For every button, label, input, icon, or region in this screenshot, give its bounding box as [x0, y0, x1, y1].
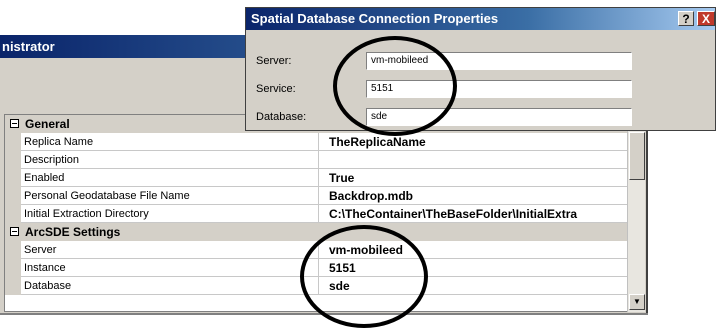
property-value[interactable]: True	[319, 169, 627, 187]
close-button[interactable]: X	[697, 11, 715, 26]
property-row-pgdb-file-name[interactable]: Personal Geodatabase File Name Backdrop.…	[5, 187, 627, 205]
property-value[interactable]: 5151	[319, 259, 627, 277]
collapse-minus-icon[interactable]	[10, 119, 19, 128]
server-label: Server:	[256, 55, 292, 67]
service-label: Service:	[256, 83, 296, 95]
property-name: Database	[21, 277, 319, 295]
property-value[interactable]: vm-mobileed	[319, 241, 627, 259]
help-button[interactable]: ?	[678, 11, 694, 26]
property-name: Enabled	[21, 169, 319, 187]
property-name: Server	[21, 241, 319, 259]
service-input[interactable]: 5151	[366, 80, 632, 98]
property-name: Description	[21, 151, 319, 169]
property-row-initial-extraction-directory[interactable]: Initial Extraction Directory C:\TheConta…	[5, 205, 627, 223]
property-value[interactable]: C:\TheContainer\TheBaseFolder\InitialExt…	[319, 205, 627, 223]
property-row-description[interactable]: Description	[5, 151, 627, 169]
admin-window-frame-bottom	[0, 313, 648, 315]
spatial-db-connection-dialog: Spatial Database Connection Properties ?…	[245, 7, 716, 131]
property-row-server[interactable]: Server vm-mobileed	[5, 241, 627, 259]
property-name: Replica Name	[21, 133, 319, 151]
property-value[interactable]: Backdrop.mdb	[319, 187, 627, 205]
property-name: Instance	[21, 259, 319, 277]
database-input[interactable]: sde	[366, 108, 632, 126]
property-row-enabled[interactable]: Enabled True	[5, 169, 627, 187]
server-input[interactable]: vm-mobileed	[366, 52, 632, 70]
vertical-scrollbar[interactable]: ▼	[627, 114, 645, 312]
property-grid: General Replica Name TheReplicaName Desc…	[4, 114, 628, 312]
property-value[interactable]	[319, 151, 627, 169]
property-value[interactable]: TheReplicaName	[319, 133, 627, 151]
category-label: ArcSDE Settings	[25, 225, 121, 239]
property-row-replica-name[interactable]: Replica Name TheReplicaName	[5, 133, 627, 151]
scroll-down-arrow-icon[interactable]: ▼	[629, 294, 645, 310]
collapse-minus-icon[interactable]	[10, 227, 19, 236]
property-name: Initial Extraction Directory	[21, 205, 319, 223]
category-label: General	[25, 117, 70, 131]
scrollbar-thumb[interactable]	[629, 132, 645, 180]
property-row-database[interactable]: Database sde	[5, 277, 627, 295]
property-row-instance[interactable]: Instance 5151	[5, 259, 627, 277]
category-arcsde-settings[interactable]: ArcSDE Settings	[5, 223, 627, 241]
database-label: Database:	[256, 111, 307, 123]
property-name: Personal Geodatabase File Name	[21, 187, 319, 205]
dialog-title: Spatial Database Connection Properties	[246, 8, 715, 30]
property-value[interactable]: sde	[319, 277, 627, 295]
